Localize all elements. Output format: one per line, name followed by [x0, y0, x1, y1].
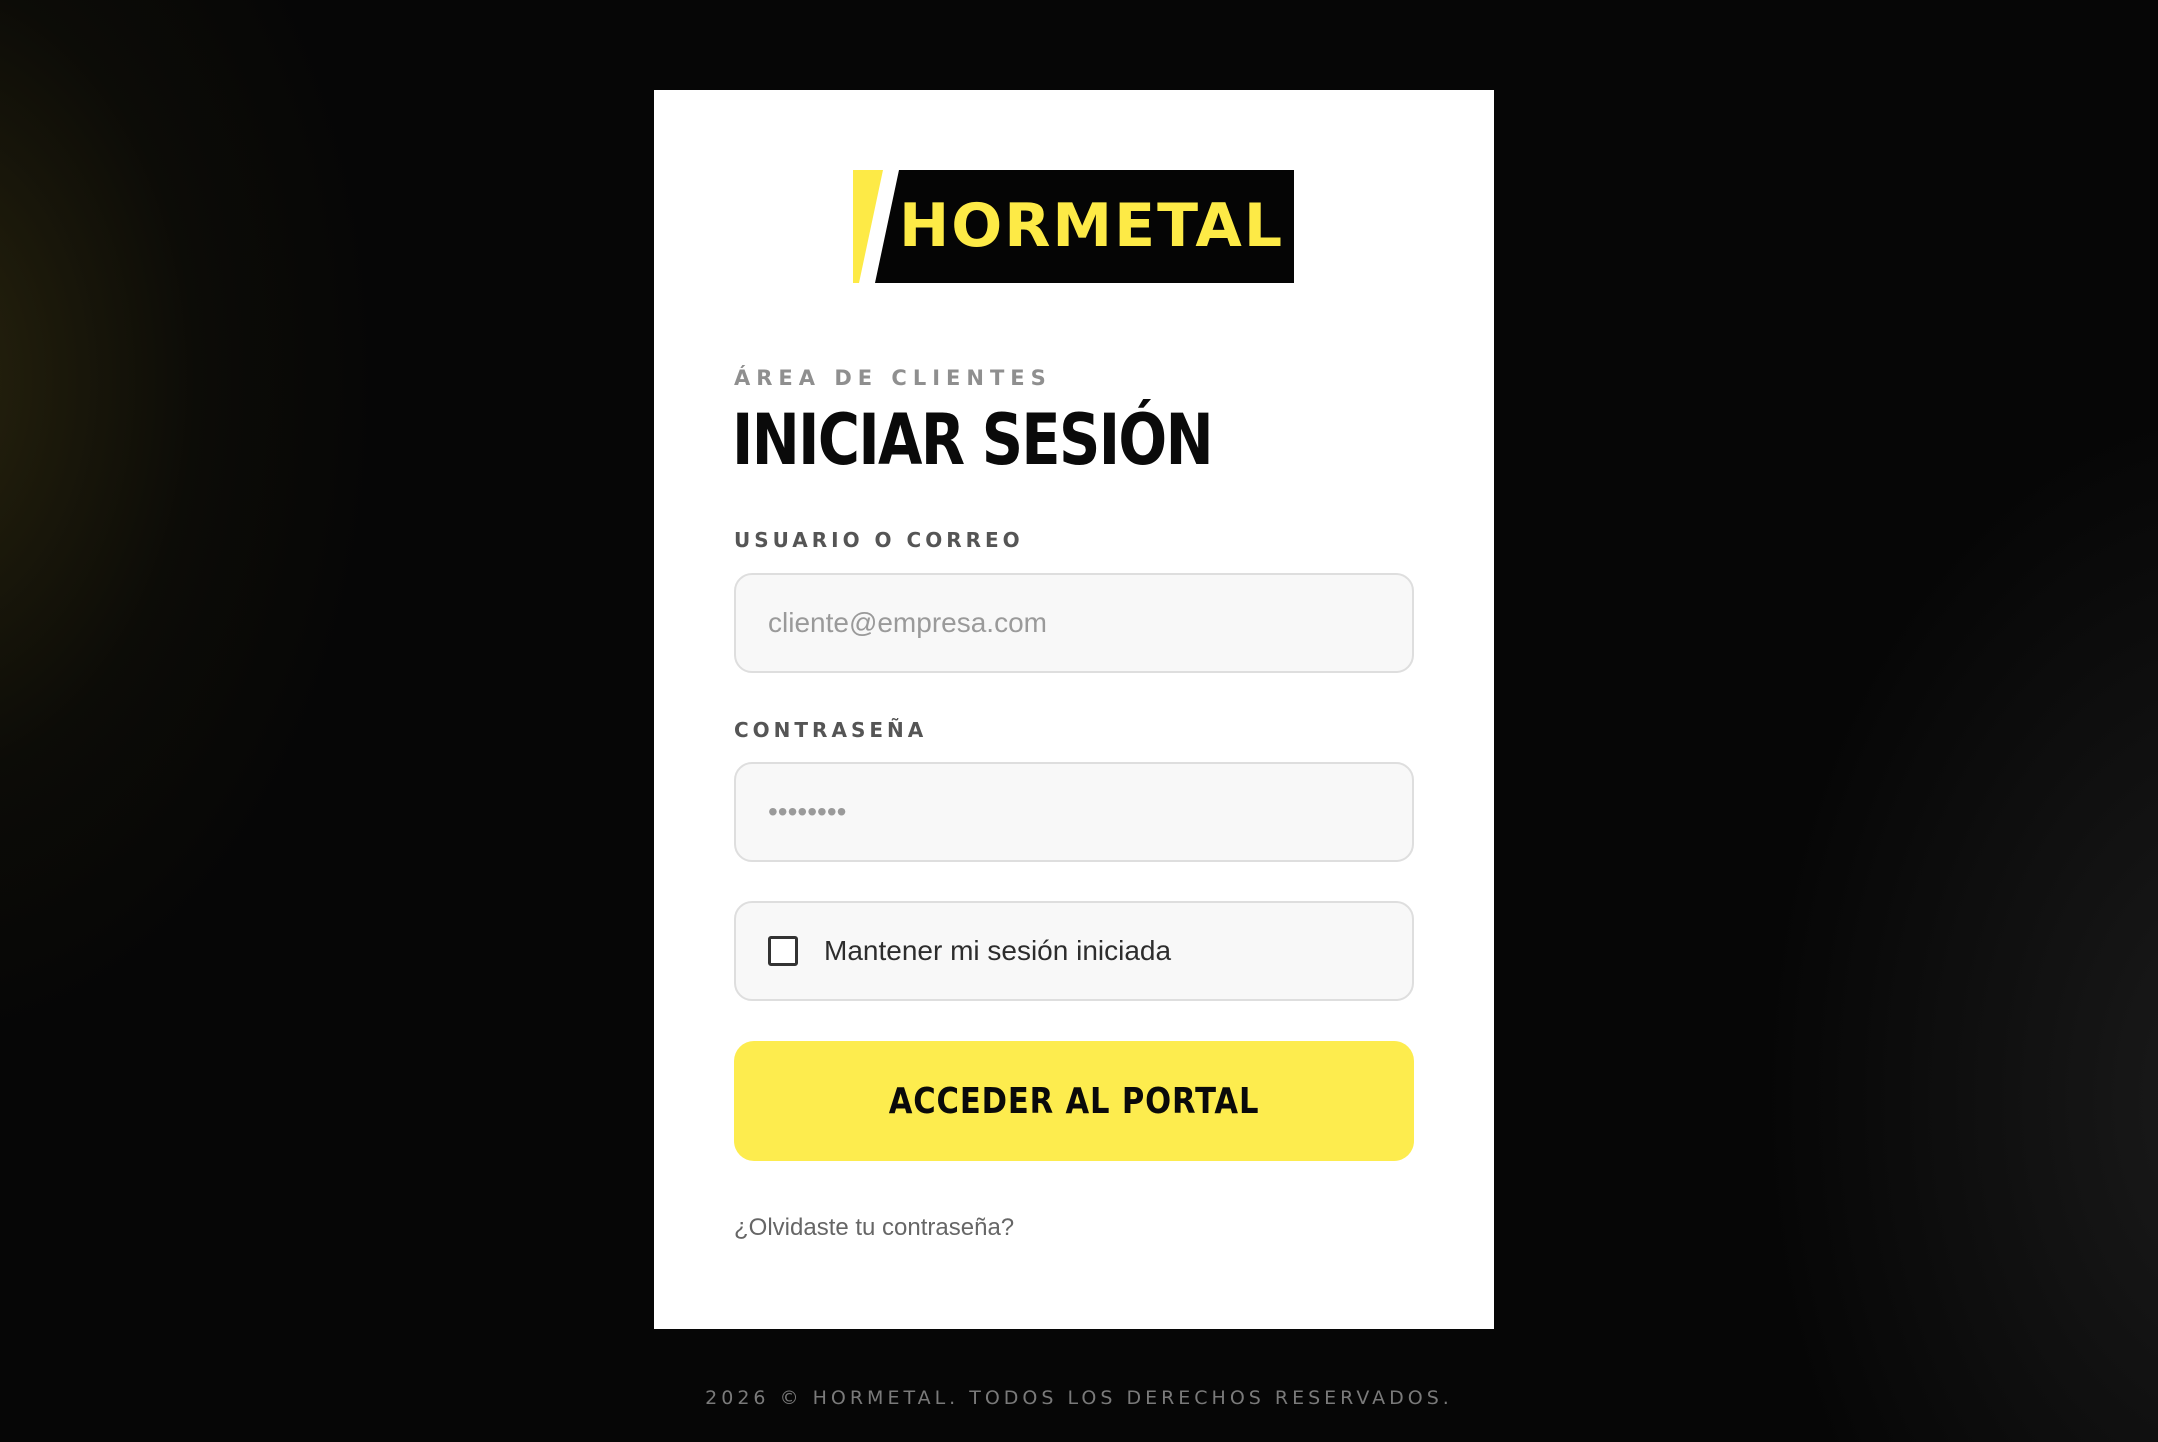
remember-me-box[interactable]: Mantener mi sesión iniciada: [734, 901, 1414, 1001]
logo-wordmark: HORMETAL: [899, 191, 1285, 261]
login-submit-label: ACCEDER AL PORTAL: [888, 1080, 1260, 1122]
page-footer: 2026 © HORMETAL. TODOS LOS DERECHOS RESE…: [705, 1387, 1453, 1409]
username-label: USUARIO O CORREO: [734, 528, 1024, 552]
password-input[interactable]: [734, 762, 1414, 862]
username-input[interactable]: [734, 573, 1414, 673]
login-submit-button[interactable]: ACCEDER AL PORTAL: [734, 1041, 1414, 1161]
hormetal-logo: HORMETAL: [853, 170, 1294, 283]
remember-me-checkbox[interactable]: [768, 936, 798, 966]
page-title: INICIAR SESIÓN: [732, 399, 1214, 481]
login-card: HORMETAL ÁREA DE CLIENTES INICIAR SESIÓN…: [654, 90, 1494, 1329]
forgot-password-link[interactable]: ¿Olvidaste tu contraseña?: [734, 1214, 1014, 1242]
section-eyebrow: ÁREA DE CLIENTES: [734, 366, 1052, 390]
remember-me-label[interactable]: Mantener mi sesión iniciada: [824, 903, 1171, 999]
password-label: CONTRASEÑA: [734, 718, 928, 742]
